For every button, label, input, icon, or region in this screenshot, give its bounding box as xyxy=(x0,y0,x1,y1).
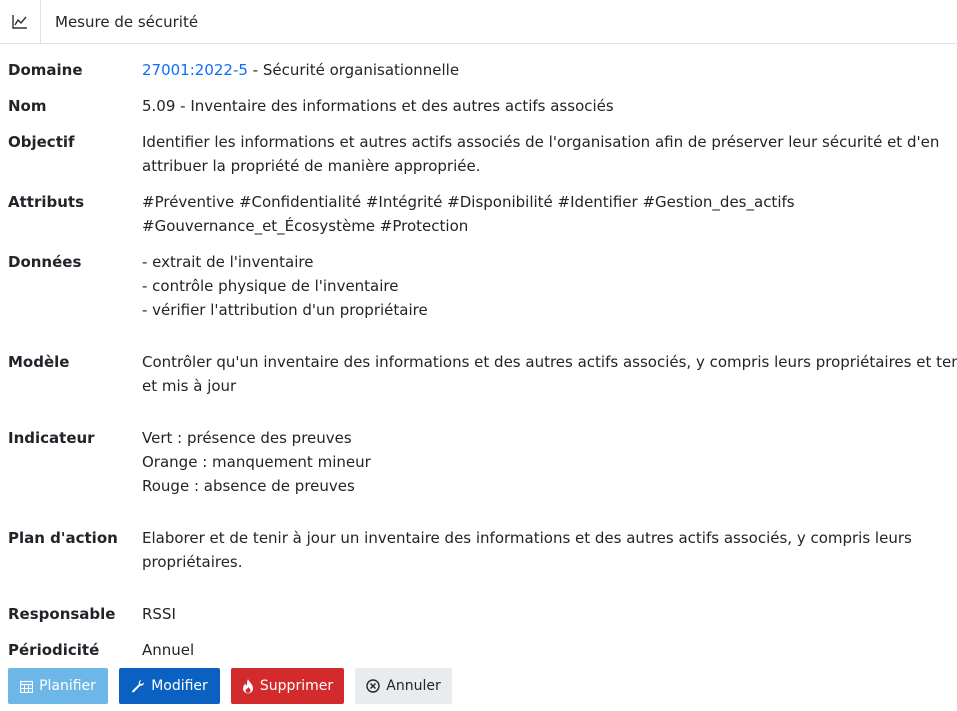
text-line: - vérifier l'attribution d'un propriétai… xyxy=(142,301,428,319)
wrench-icon xyxy=(132,680,145,693)
text-line: propriétaires. xyxy=(142,553,243,571)
cancel-button[interactable]: Annuler xyxy=(355,668,452,704)
text-line: - extrait de l'inventaire xyxy=(142,253,314,271)
cancel-button-label: Annuler xyxy=(386,678,441,694)
domain-name: - Sécurité organisationnelle xyxy=(247,61,460,79)
field-nom: Nom 5.09 - Inventaire des informations e… xyxy=(8,94,948,118)
field-value: 5.09 - Inventaire des informations et de… xyxy=(142,97,614,115)
page-header: Mesure de sécurité xyxy=(0,0,957,44)
text-line: Elaborer et de tenir à jour un inventair… xyxy=(142,529,912,547)
page-title: Mesure de sécurité xyxy=(55,13,199,31)
text-line: Vert : présence des preuves xyxy=(142,429,352,447)
text-line: Contrôler qu'un inventaire des informati… xyxy=(142,353,957,371)
field-periodicite: Périodicité Annuel xyxy=(8,638,948,662)
field-label: Modèle xyxy=(8,353,70,371)
text-line: #Préventive #Confidentialité #Intégrité … xyxy=(142,193,795,211)
edit-button-label: Modifier xyxy=(151,678,208,694)
domain-link[interactable]: 27001:2022-5 xyxy=(142,61,248,79)
field-value: RSSI xyxy=(142,605,176,623)
field-value: Annuel xyxy=(142,641,195,659)
field-label: Données xyxy=(8,253,82,271)
edit-button[interactable]: Modifier xyxy=(119,668,220,704)
field-label: Objectif xyxy=(8,133,75,151)
field-domaine: Domaine 27001:2022-5 - Sécurité organisa… xyxy=(8,58,948,82)
field-label: Nom xyxy=(8,97,47,115)
plan-button[interactable]: Planifier xyxy=(8,668,108,704)
text-line: attribuer la propriété de manière approp… xyxy=(142,157,481,175)
field-value: Identifier les informations et autres ac… xyxy=(142,130,942,178)
cancel-circle-icon xyxy=(366,679,380,693)
field-label: Responsable xyxy=(8,605,116,623)
field-label: Périodicité xyxy=(8,641,100,659)
field-value: 27001:2022-5 - Sécurité organisationnell… xyxy=(142,58,942,82)
field-label: Domaine xyxy=(8,61,83,79)
text-line: #Gouvernance_et_Écosystème #Protection xyxy=(142,217,469,235)
text-line: Rouge : absence de preuves xyxy=(142,477,355,495)
text-line: Identifier les informations et autres ac… xyxy=(142,133,940,151)
calendar-icon xyxy=(20,680,34,693)
field-donnees: Données - extrait de l'inventaire - cont… xyxy=(8,250,948,322)
plan-button-label: Planifier xyxy=(39,678,96,694)
delete-button[interactable]: Supprimer xyxy=(231,668,344,704)
field-label: Attributs xyxy=(8,193,85,211)
field-value: - extrait de l'inventaire - contrôle phy… xyxy=(142,250,942,322)
field-value: Elaborer et de tenir à jour un inventair… xyxy=(142,526,942,574)
field-responsable: Responsable RSSI xyxy=(8,602,948,626)
text-line: et mis à jour xyxy=(142,377,237,395)
text-line: - contrôle physique de l'inventaire xyxy=(142,277,399,295)
field-label: Indicateur xyxy=(8,429,95,447)
field-modele: Modèle Contrôler qu'un inventaire des in… xyxy=(8,350,957,398)
field-value: Contrôler qu'un inventaire des informati… xyxy=(142,350,957,398)
field-attributs: Attributs #Préventive #Confidentialité #… xyxy=(8,190,948,238)
chart-line-icon xyxy=(12,15,27,29)
field-value: Vert : présence des preuves Orange : man… xyxy=(142,426,942,498)
field-value: #Préventive #Confidentialité #Intégrité … xyxy=(142,190,942,238)
field-objectif: Objectif Identifier les informations et … xyxy=(8,130,948,178)
field-indicateur: Indicateur Vert : présence des preuves O… xyxy=(8,426,948,498)
field-plan-action: Plan d'action Elaborer et de tenir à jou… xyxy=(8,526,948,574)
field-label: Plan d'action xyxy=(8,529,118,547)
header-icon-container xyxy=(0,0,41,43)
delete-button-label: Supprimer xyxy=(259,678,334,694)
text-line: Orange : manquement mineur xyxy=(142,453,371,471)
fire-icon xyxy=(242,678,253,693)
